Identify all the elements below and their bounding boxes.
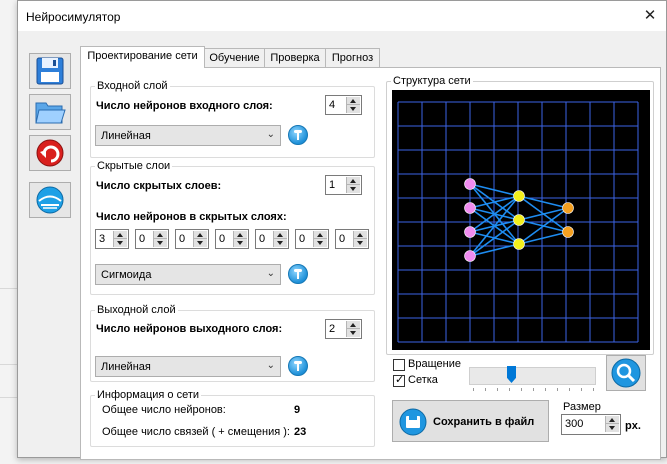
hidden-count-value: 1: [329, 179, 336, 191]
globe-help-icon: [36, 186, 64, 214]
floppy-save-icon: [36, 57, 64, 85]
save-to-file-button[interactable]: Сохранить в файл: [392, 400, 549, 442]
spinner-arrows-icon[interactable]: [346, 97, 360, 113]
zoom-button[interactable]: [606, 355, 646, 391]
spinner-arrows-icon[interactable]: [233, 231, 247, 247]
help-button[interactable]: [29, 182, 71, 218]
hidden-neurons-value: 0: [139, 233, 146, 245]
hidden-neurons-value: 0: [259, 233, 266, 245]
hidden-neurons-value: 0: [339, 233, 346, 245]
size-label: Размер: [563, 401, 601, 413]
hidden-neurons-value: 0: [299, 233, 306, 245]
spinner-arrows-icon[interactable]: [153, 231, 167, 247]
total-links-label: Общее число связей ( + смещения ):: [102, 426, 290, 438]
output-neuron: [562, 226, 574, 238]
size-spinner[interactable]: 300: [561, 414, 621, 435]
title-bar: Нейросимулятор ✕: [18, 1, 666, 31]
spinner-arrows-icon[interactable]: [605, 416, 619, 432]
rotation-label: Вращение: [408, 358, 461, 370]
input-activation-value: Линейная: [101, 130, 151, 142]
spinner-arrows-icon[interactable]: [346, 177, 360, 193]
output-layer-legend: Выходной слой: [97, 304, 176, 316]
spinner-arrows-icon[interactable]: [353, 231, 367, 247]
hidden-activation-select[interactable]: Сигмоида ⌄: [95, 264, 281, 285]
output-neurons-spinner[interactable]: 2: [325, 319, 362, 339]
hidden-neurons-spinner-3[interactable]: 0: [175, 229, 209, 249]
tab-testing[interactable]: Проверка: [264, 48, 326, 67]
hidden-neuron: [513, 214, 525, 226]
rotation-checkbox[interactable]: [393, 359, 405, 371]
folder-open-icon: [35, 102, 66, 124]
hidden-neurons-value: 0: [219, 233, 226, 245]
hidden-neurons-spinner-1[interactable]: 3: [95, 229, 129, 249]
tab-forecast[interactable]: Прогноз: [325, 48, 380, 67]
undo-button[interactable]: [29, 135, 71, 171]
output-activation-value: Линейная: [101, 361, 151, 373]
hidden-neurons-spinner-4[interactable]: 0: [215, 229, 249, 249]
magnifier-icon: [611, 358, 641, 388]
hidden-layers-legend: Скрытые слои: [97, 160, 171, 172]
chevron-down-icon: ⌄: [266, 129, 275, 140]
network-info-group: Информация о сети: [90, 389, 375, 447]
network-structure-canvas: [392, 90, 650, 350]
total-neurons-value: 9: [294, 404, 301, 416]
input-neuron: [464, 250, 476, 262]
hidden-neurons-spinner-5[interactable]: 0: [255, 229, 289, 249]
spinner-arrows-icon[interactable]: [193, 231, 207, 247]
hidden-neurons-spinner-7[interactable]: 0: [335, 229, 369, 249]
spinner-arrows-icon[interactable]: [346, 321, 360, 337]
hidden-count-spinner[interactable]: 1: [325, 175, 362, 195]
total-neurons-label: Общее число нейронов:: [102, 404, 226, 416]
spinner-arrows-icon[interactable]: [273, 231, 287, 247]
close-button[interactable]: ✕: [633, 1, 667, 31]
input-activation-settings-icon[interactable]: [288, 125, 308, 145]
open-project-button[interactable]: [29, 94, 71, 130]
total-links-value: 23: [294, 426, 307, 438]
grid-checkbox[interactable]: ✓: [393, 374, 405, 387]
size-unit: px.: [625, 420, 641, 432]
tab-network-design[interactable]: Проектирование сети: [80, 46, 205, 68]
hidden-activation-settings-icon[interactable]: [288, 264, 308, 284]
grid-label: Сетка: [408, 374, 438, 386]
hidden-neurons-spinner-2[interactable]: 0: [135, 229, 169, 249]
save-project-button[interactable]: [29, 53, 71, 89]
input-neuron: [464, 226, 476, 238]
input-neurons-value: 4: [329, 99, 336, 111]
size-value: 300: [565, 418, 584, 430]
hidden-neurons-label: Число нейронов в скрытых слоях:: [96, 211, 287, 223]
input-activation-select[interactable]: Линейная ⌄: [95, 125, 281, 146]
rotation-slider-track[interactable]: [469, 367, 596, 385]
output-neurons-value: 2: [329, 323, 336, 335]
hidden-activation-value: Сигмоида: [101, 269, 152, 281]
hidden-neurons-spinner-6[interactable]: 0: [295, 229, 329, 249]
tab-training[interactable]: Обучение: [204, 48, 265, 67]
network-structure-legend: Структура сети: [393, 75, 471, 87]
hidden-neurons-value: 0: [179, 233, 186, 245]
input-neuron: [464, 202, 476, 214]
input-layer-group: Входной слой: [90, 80, 375, 158]
input-neurons-label: Число нейронов входного слоя:: [96, 100, 273, 112]
window-title: Нейросимулятор: [26, 10, 121, 24]
save-file-icon: [399, 408, 427, 436]
input-neurons-spinner[interactable]: 4: [325, 95, 362, 115]
output-neurons-label: Число нейронов выходного слоя:: [96, 323, 283, 335]
hidden-neurons-value: 3: [99, 233, 106, 245]
hidden-neuron: [513, 190, 525, 202]
save-to-file-label: Сохранить в файл: [433, 416, 535, 428]
input-neuron: [464, 178, 476, 190]
chevron-down-icon: ⌄: [266, 268, 275, 279]
chevron-down-icon: ⌄: [266, 360, 275, 371]
output-activation-settings-icon[interactable]: [288, 356, 308, 376]
hidden-neuron: [513, 238, 525, 250]
hidden-count-label: Число скрытых слоев:: [96, 180, 222, 192]
spinner-arrows-icon[interactable]: [313, 231, 327, 247]
undo-arrow-icon: [36, 139, 64, 167]
checkmark-icon: ✓: [395, 374, 405, 386]
output-activation-select[interactable]: Линейная ⌄: [95, 356, 281, 377]
input-layer-legend: Входной слой: [97, 80, 168, 92]
output-neuron: [562, 202, 574, 214]
network-info-legend: Информация о сети: [97, 389, 200, 401]
spinner-arrows-icon[interactable]: [113, 231, 127, 247]
